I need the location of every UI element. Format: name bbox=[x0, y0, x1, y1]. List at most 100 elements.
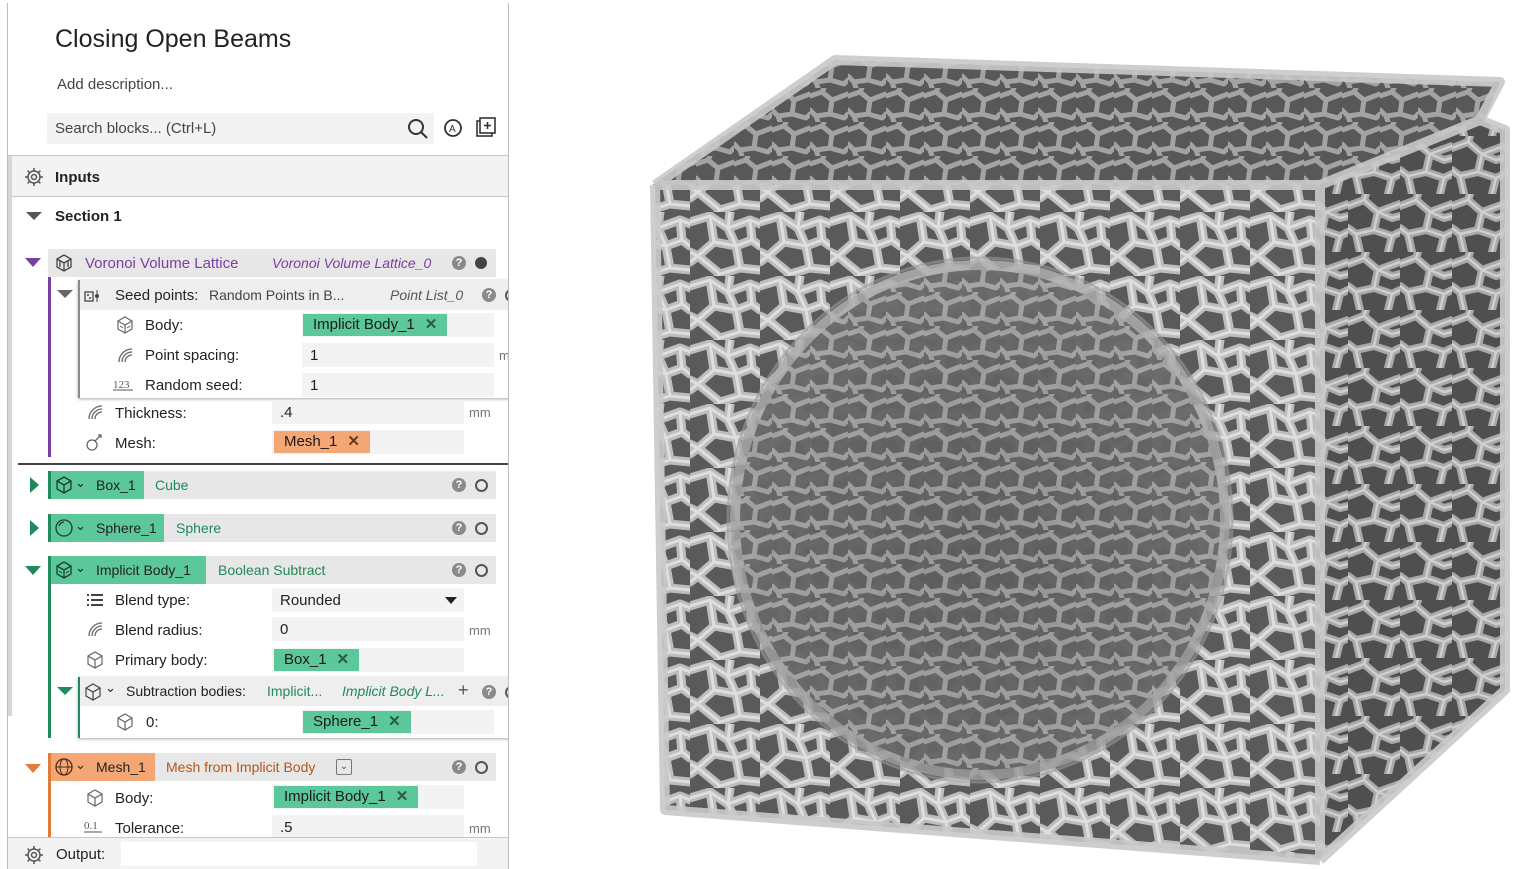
output-field[interactable] bbox=[121, 842, 477, 866]
cube-icon bbox=[56, 476, 72, 494]
chevron-down-icon[interactable]: ⌄ bbox=[75, 757, 86, 773]
primary-body-tag[interactable]: Box_1 ✕ bbox=[274, 649, 360, 671]
voronoi-block-header[interactable]: Voronoi Volume Lattice Voronoi Volume La… bbox=[48, 249, 496, 277]
help-icon[interactable]: ? bbox=[452, 521, 466, 535]
subtraction-instance[interactable]: Implicit Body L... bbox=[342, 683, 445, 699]
seed-body-label: Body: bbox=[145, 317, 184, 334]
svg-text:123: 123 bbox=[113, 379, 130, 391]
subtraction-collapse[interactable] bbox=[57, 687, 73, 695]
help-icon[interactable]: ? bbox=[452, 478, 466, 492]
implicit-body-icon bbox=[85, 683, 101, 701]
search-placeholder: Search blocks... (Ctrl+L) bbox=[55, 120, 217, 137]
chevron-down-icon[interactable]: ⌄ bbox=[75, 560, 86, 576]
blend-radius-unit: mm bbox=[469, 623, 491, 638]
seed-body-tag[interactable]: Implicit Body_1 ✕ bbox=[303, 314, 448, 336]
tolerance-icon: 0.1 bbox=[84, 820, 102, 833]
implicit-body-icon bbox=[87, 651, 103, 669]
mesh-body-tag[interactable]: Implicit Body_1 ✕ bbox=[274, 786, 419, 808]
seed-value[interactable]: Random Points in B... bbox=[209, 287, 344, 303]
thickness-icon bbox=[88, 405, 103, 420]
expand-toggle-icon[interactable]: ⌄ bbox=[336, 759, 352, 775]
sphere-type: Sphere bbox=[176, 520, 222, 536]
seed-accent-bar bbox=[78, 280, 80, 398]
implicit-name: Implicit Body_1 bbox=[96, 562, 191, 578]
sphere-block-header[interactable]: ⌄ Sphere_1 Sphere ? bbox=[48, 514, 496, 542]
gear-icon bbox=[25, 846, 43, 864]
implicit-body-icon bbox=[87, 789, 103, 807]
box-expand[interactable] bbox=[30, 477, 39, 493]
seed-points-block: Seed points: Random Points in B... Point… bbox=[57, 280, 509, 398]
voronoi-collapse[interactable] bbox=[25, 258, 41, 267]
chevron-down-icon[interactable]: ⌄ bbox=[75, 518, 86, 534]
implicit-block-header[interactable]: ⌄ Implicit Body_1 Boolean Subtract ? bbox=[48, 556, 496, 584]
help-icon[interactable]: ? bbox=[452, 256, 466, 270]
lattice-icon bbox=[56, 254, 72, 272]
help-icon[interactable]: ? bbox=[452, 563, 466, 577]
subtraction-accent-bar bbox=[78, 677, 80, 738]
mesh-icon bbox=[86, 434, 102, 451]
implicit-type: Boolean Subtract bbox=[218, 562, 326, 578]
3d-viewport[interactable] bbox=[620, 20, 1530, 865]
blend-radius-field[interactable]: 0 bbox=[272, 617, 464, 641]
subtraction-item-tag[interactable]: Sphere_1 ✕ bbox=[303, 711, 411, 733]
tolerance-field[interactable]: .5 bbox=[272, 815, 464, 839]
status-dot bbox=[475, 257, 487, 269]
svg-text:A: A bbox=[449, 124, 456, 135]
voronoi-instance[interactable]: Voronoi Volume Lattice_0 bbox=[272, 255, 431, 271]
add-icon[interactable]: + bbox=[458, 680, 469, 701]
random-seed-field[interactable]: 1 bbox=[302, 373, 494, 397]
voronoi-name: Voronoi Volume Lattice bbox=[85, 255, 239, 272]
help-icon[interactable]: ? bbox=[482, 685, 496, 699]
page-title: Closing Open Beams bbox=[55, 25, 292, 53]
status-ring bbox=[475, 479, 488, 492]
scrollbar[interactable] bbox=[8, 156, 12, 716]
spacing-unit: mm bbox=[499, 348, 509, 363]
section-title: Section 1 bbox=[55, 208, 122, 225]
search-input[interactable]: Search blocks... (Ctrl+L) bbox=[47, 113, 434, 144]
inputs-header[interactable]: Inputs bbox=[8, 156, 508, 196]
box-block-header[interactable]: ⌄ Box_1 Cube ? bbox=[48, 471, 496, 499]
chevron-down-icon[interactable]: ⌄ bbox=[75, 475, 86, 491]
ai-icon[interactable]: A bbox=[442, 117, 464, 139]
mesh-collapse[interactable] bbox=[25, 764, 41, 773]
seed-instance[interactable]: Point List_0 bbox=[390, 287, 463, 303]
help-icon[interactable]: ? bbox=[452, 760, 466, 774]
section-collapse[interactable] bbox=[26, 212, 42, 220]
cavity-lattice bbox=[740, 270, 1220, 770]
help-icon[interactable]: ? bbox=[482, 288, 496, 302]
spacing-field[interactable]: 1 bbox=[302, 343, 494, 367]
search-icon[interactable] bbox=[407, 118, 429, 140]
remove-icon[interactable]: ✕ bbox=[425, 316, 438, 333]
remove-icon[interactable]: ✕ bbox=[388, 713, 401, 730]
mesh-block-header[interactable]: ⌄ Mesh_1 Mesh from Implicit Body ⌄ ? bbox=[48, 753, 496, 781]
sphere-icon bbox=[55, 519, 73, 537]
thickness-unit: mm bbox=[469, 405, 491, 420]
tolerance-unit: mm bbox=[469, 821, 491, 836]
seed-label: Seed points: bbox=[115, 287, 199, 304]
number-icon: 123 bbox=[113, 379, 133, 391]
remove-icon[interactable]: ✕ bbox=[396, 788, 409, 805]
implicit-collapse[interactable] bbox=[25, 566, 41, 575]
chevron-down-icon[interactable]: ⌄ bbox=[105, 680, 116, 696]
spacing-icon bbox=[88, 622, 103, 637]
seed-collapse[interactable] bbox=[57, 290, 73, 298]
svg-text:0.1: 0.1 bbox=[84, 820, 98, 832]
mesh-tag[interactable]: Mesh_1 ✕ bbox=[274, 431, 370, 453]
description-field[interactable]: Add description... bbox=[57, 76, 173, 93]
blend-type-select[interactable]: Rounded bbox=[272, 588, 464, 612]
subtraction-value[interactable]: Implicit... bbox=[267, 683, 322, 699]
add-block-icon[interactable] bbox=[475, 116, 497, 138]
implicit-body-icon bbox=[117, 713, 133, 731]
blend-radius-label: Blend radius: bbox=[115, 622, 203, 639]
mesh-label: Mesh: bbox=[115, 435, 156, 452]
remove-icon[interactable]: ✕ bbox=[337, 651, 350, 668]
box-name: Box_1 bbox=[96, 477, 136, 493]
random-seed-label: Random seed: bbox=[145, 377, 243, 394]
dropdown-arrow-icon[interactable] bbox=[445, 597, 457, 604]
item-index: 0: bbox=[146, 714, 159, 731]
sphere-expand[interactable] bbox=[30, 520, 39, 536]
remove-icon[interactable]: ✕ bbox=[347, 433, 360, 450]
thickness-field[interactable]: .4 bbox=[272, 400, 464, 424]
status-ring bbox=[475, 522, 488, 535]
inputs-label: Inputs bbox=[55, 169, 100, 186]
